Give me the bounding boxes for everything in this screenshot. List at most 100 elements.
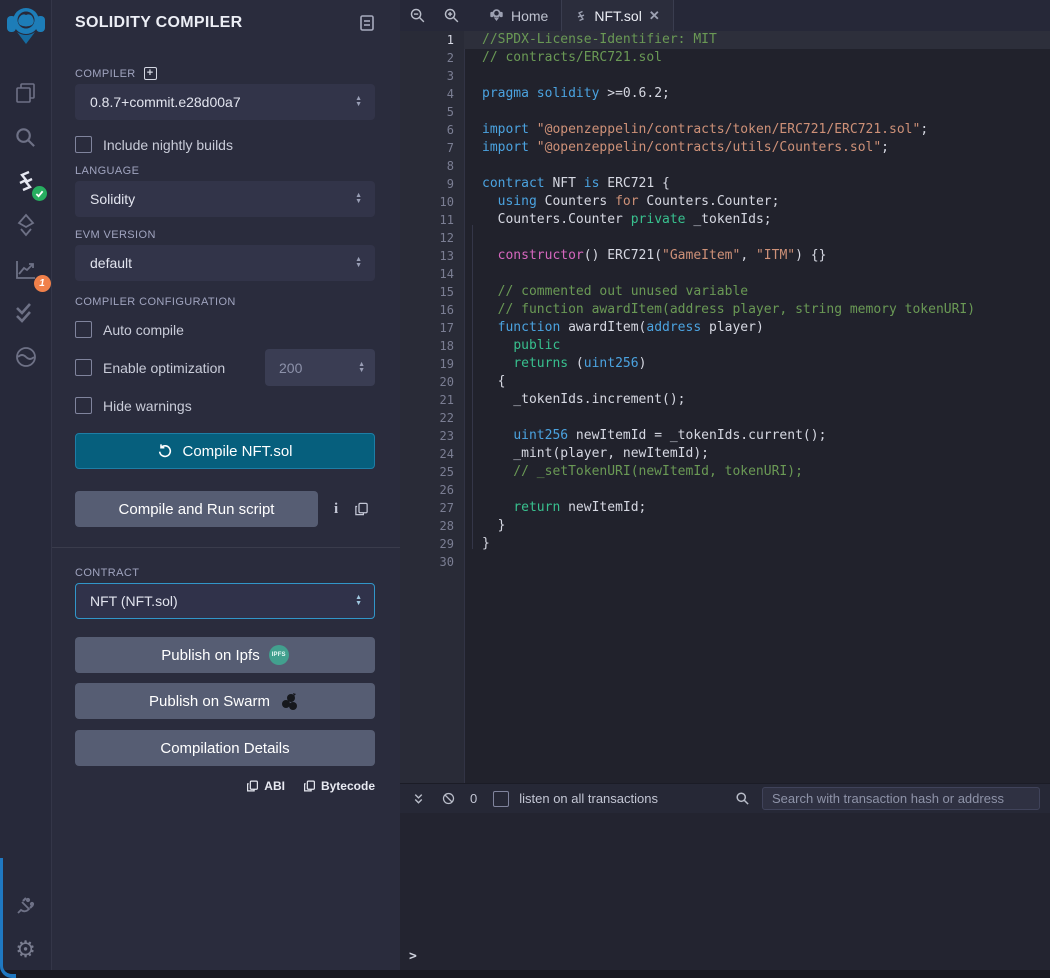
line-number: 7 [400, 139, 464, 157]
evm-version-value: default [90, 255, 132, 271]
listen-transactions-checkbox[interactable] [493, 791, 509, 807]
publish-ipfs-button[interactable]: Publish on Ipfs IPFS [75, 637, 375, 673]
line-content: // function awardItem(address player, st… [464, 301, 1050, 319]
editor-tab-bar: Home NFT.sol ✕ [400, 0, 1050, 31]
docs-icon[interactable] [359, 14, 375, 32]
code-line[interactable]: 13 constructor() ERC721("GameItem", "ITM… [400, 247, 1050, 265]
code-line[interactable]: 25 // _setTokenURI(newItemId, tokenURI); [400, 463, 1050, 481]
code-line[interactable]: 4pragma solidity >=0.6.2; [400, 85, 1050, 103]
code-line[interactable]: 14 [400, 265, 1050, 283]
code-line[interactable]: 27 return newItemId; [400, 499, 1050, 517]
code-line[interactable]: 10 using Counters for Counters.Counter; [400, 193, 1050, 211]
terminal-prompt: > [409, 949, 417, 964]
compiler-version-select[interactable]: 0.8.7+commit.e28d00a7 ▲▼ [75, 84, 375, 120]
code-line[interactable]: 21 _tokenIds.increment(); [400, 391, 1050, 409]
code-line[interactable]: 3 [400, 67, 1050, 85]
analytics-icon[interactable]: 1 [11, 254, 41, 284]
code-line[interactable]: 18 public [400, 337, 1050, 355]
terminal-toolbar: 0 listen on all transactions [400, 783, 1050, 813]
runs-field[interactable] [279, 360, 339, 376]
line-number: 30 [400, 553, 464, 571]
compiler-section-label: COMPILER [75, 68, 136, 80]
code-line[interactable]: 12 [400, 229, 1050, 247]
expand-terminal-icon[interactable] [408, 792, 428, 806]
zoom-in-icon[interactable] [434, 0, 468, 31]
window-bottom-edge [0, 970, 1050, 978]
code-line[interactable]: 24 _mint(player, newItemId); [400, 445, 1050, 463]
code-line[interactable]: 5 [400, 103, 1050, 121]
code-line[interactable]: 22 [400, 409, 1050, 427]
line-number: 3 [400, 67, 464, 85]
line-number: 14 [400, 265, 464, 283]
code-line[interactable]: 1//SPDX-License-Identifier: MIT [400, 31, 1050, 49]
tab-nft-sol[interactable]: NFT.sol ✕ [561, 0, 673, 31]
evm-version-select[interactable]: default ▲▼ [75, 245, 375, 281]
solidity-compiler-icon[interactable] [11, 166, 41, 196]
language-select[interactable]: Solidity ▲▼ [75, 181, 375, 217]
code-line[interactable]: 11 Counters.Counter private _tokenIds; [400, 211, 1050, 229]
code-line[interactable]: 23 uint256 newItemId = _tokenIds.current… [400, 427, 1050, 445]
code-line[interactable]: 26 [400, 481, 1050, 499]
code-line[interactable]: 29} [400, 535, 1050, 553]
contract-select[interactable]: NFT (NFT.sol) ▲▼ [75, 583, 375, 619]
enable-optimization-checkbox[interactable] [75, 359, 92, 376]
copy-icon[interactable] [354, 501, 369, 517]
panel-divider [52, 547, 400, 548]
code-line[interactable]: 16 // function awardItem(address player,… [400, 301, 1050, 319]
code-line[interactable]: 17 function awardItem(address player) [400, 319, 1050, 337]
file-explorer-icon[interactable] [11, 78, 41, 108]
add-custom-compiler-icon[interactable]: + [144, 67, 157, 80]
close-tab-icon[interactable]: ✕ [649, 8, 660, 24]
hide-warnings-checkbox[interactable] [75, 397, 92, 414]
plugin-manager-icon[interactable] [11, 890, 41, 920]
line-number: 11 [400, 211, 464, 229]
compile-and-run-button[interactable]: Compile and Run script [75, 491, 318, 527]
stepper-arrows-icon[interactable]: ▲▼ [358, 362, 365, 374]
code-line[interactable]: 15 // commented out unused variable [400, 283, 1050, 301]
line-content [464, 409, 1050, 427]
tab-home[interactable]: Home [476, 0, 561, 31]
code-line[interactable]: 20 { [400, 373, 1050, 391]
code-editor[interactable]: 1//SPDX-License-Identifier: MIT2// contr… [400, 31, 1050, 783]
code-line[interactable]: 7import "@openzeppelin/contracts/utils/C… [400, 139, 1050, 157]
auto-compile-checkbox[interactable] [75, 321, 92, 338]
code-line[interactable]: 19 returns (uint256) [400, 355, 1050, 373]
line-content: constructor() ERC721("GameItem", "ITM") … [464, 247, 1050, 265]
swarm-icon [279, 691, 301, 711]
copy-bytecode-button[interactable]: Bytecode [303, 779, 375, 793]
line-content [464, 157, 1050, 175]
terminal-output[interactable]: > [400, 813, 1050, 978]
search-icon[interactable] [11, 122, 41, 152]
info-icon[interactable]: i [334, 501, 338, 518]
copy-abi-button[interactable]: ABI [246, 779, 285, 793]
sourcify-icon[interactable] [11, 342, 41, 372]
line-number: 23 [400, 427, 464, 445]
code-line[interactable]: 2// contracts/ERC721.sol [400, 49, 1050, 67]
code-line[interactable]: 8 [400, 157, 1050, 175]
code-line[interactable]: 28 } [400, 517, 1050, 535]
clear-console-icon[interactable] [438, 791, 458, 806]
optimization-runs-input[interactable]: ▲▼ [265, 349, 375, 386]
zoom-out-icon[interactable] [400, 0, 434, 31]
line-number: 13 [400, 247, 464, 265]
code-line[interactable]: 30 [400, 553, 1050, 571]
terminal-search-input[interactable] [762, 787, 1040, 810]
auto-compile-label: Auto compile [103, 322, 184, 338]
compilation-details-button[interactable]: Compilation Details [75, 730, 375, 766]
icon-sidebar: 1 ⚙ [0, 0, 52, 978]
nightly-builds-checkbox[interactable] [75, 136, 92, 153]
static-analysis-icon[interactable] [11, 298, 41, 328]
line-content: Counters.Counter private _tokenIds; [464, 211, 1050, 229]
code-line[interactable]: 6import "@openzeppelin/contracts/token/E… [400, 121, 1050, 139]
enable-optimization-label: Enable optimization [103, 360, 225, 376]
publish-swarm-button[interactable]: Publish on Swarm [75, 683, 375, 719]
line-number: 18 [400, 337, 464, 355]
line-content: returns (uint256) [464, 355, 1050, 373]
settings-gear-icon[interactable]: ⚙ [11, 934, 41, 964]
remix-logo-icon[interactable] [5, 4, 47, 50]
line-content [464, 103, 1050, 121]
line-content: } [464, 535, 1050, 553]
compile-button[interactable]: Compile NFT.sol [75, 433, 375, 469]
deploy-run-icon[interactable] [11, 210, 41, 240]
code-line[interactable]: 9contract NFT is ERC721 { [400, 175, 1050, 193]
